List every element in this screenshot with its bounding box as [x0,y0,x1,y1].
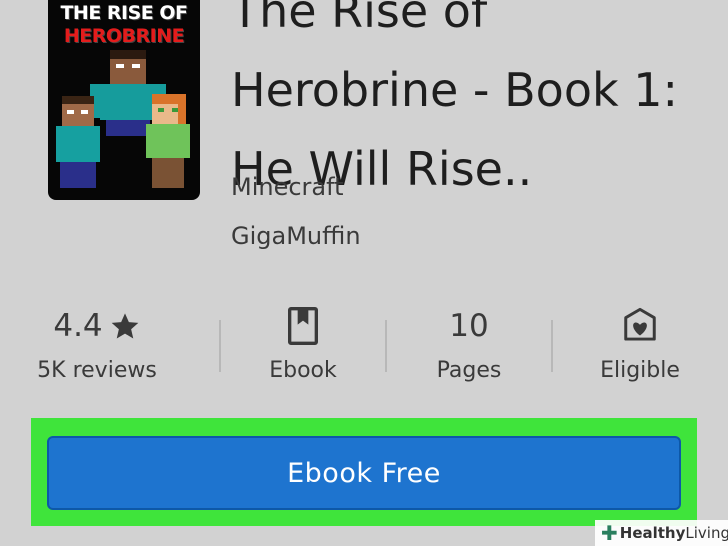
stat-divider [551,320,553,372]
ebook-free-button[interactable]: Ebook Free [47,436,681,510]
stat-rating[interactable]: 4.4 5K reviews [14,300,180,400]
book-author-link[interactable]: GigaMuffin [231,222,361,250]
book-genre-link[interactable]: Minecraft [231,173,344,201]
watermark-text-rest: Living [685,524,728,542]
stat-rating-top: 4.4 [14,300,180,352]
format-label: Ebook [269,358,337,383]
cover-characters-illustration [56,50,190,188]
rating-reviews-label: 5K reviews [37,358,157,383]
stat-format: Ebook [220,300,386,400]
stat-pages-top: 10 [386,300,552,352]
eligible-label: Eligible [600,358,680,383]
book-stats-row: 4.4 5K reviews Ebook 10 Pages Eligible [0,300,728,400]
shield-heart-icon [624,307,656,341]
book-cover: THE RISE OF HEROBRINE [48,0,200,200]
stat-format-top [220,300,386,352]
pages-value: 10 [449,308,489,344]
bookmark-icon [288,307,318,345]
star-icon [111,313,138,339]
stat-pages: 10 Pages [386,300,552,400]
stat-eligible[interactable]: Eligible [557,300,723,400]
watermark-plus-icon: ✚ [601,521,618,545]
healthy-living-watermark: ✚ Healthy Living [595,520,728,546]
rating-value: 4.4 [53,308,103,344]
pages-label: Pages [436,358,502,383]
stat-eligible-top [557,300,723,352]
watermark-text-bold: Healthy [619,524,686,542]
